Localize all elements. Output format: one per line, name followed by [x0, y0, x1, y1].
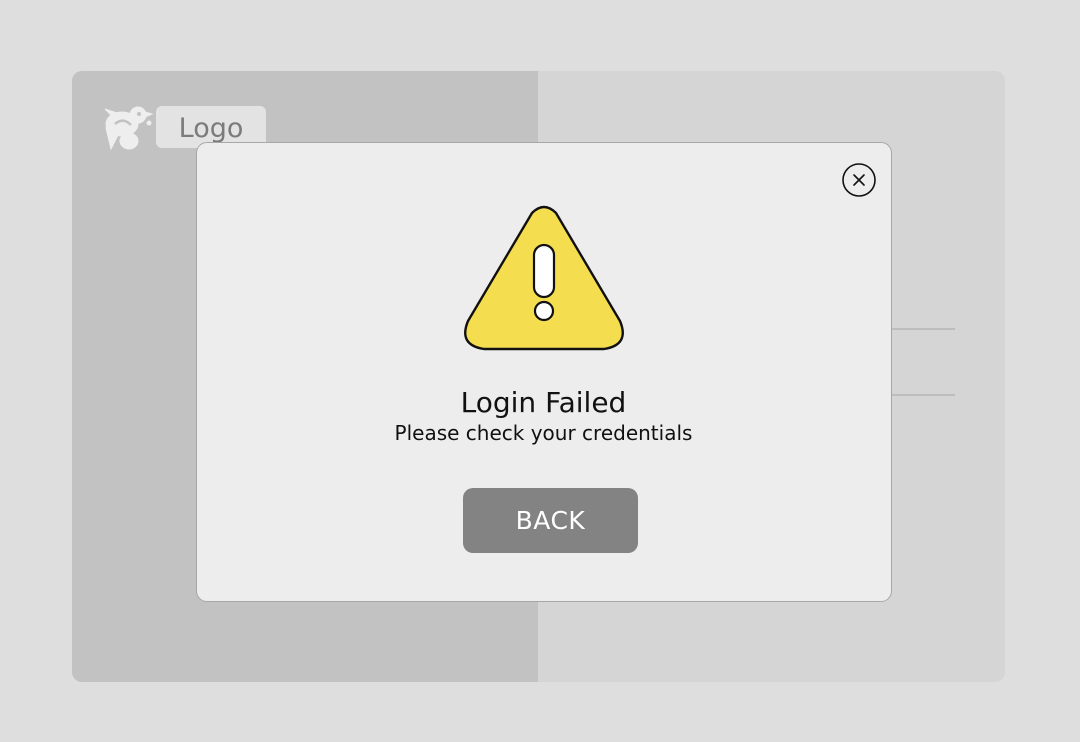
warning-icon [462, 205, 626, 353]
dialog-message: Please check your credentials [394, 421, 693, 445]
close-button[interactable] [842, 163, 876, 197]
login-failed-dialog: Login Failed Please check your credentia… [196, 142, 892, 602]
dialog-title: Login Failed [460, 386, 627, 419]
back-button[interactable]: BACK [463, 488, 638, 553]
bird-logo-icon [103, 103, 154, 153]
close-icon [842, 163, 876, 197]
